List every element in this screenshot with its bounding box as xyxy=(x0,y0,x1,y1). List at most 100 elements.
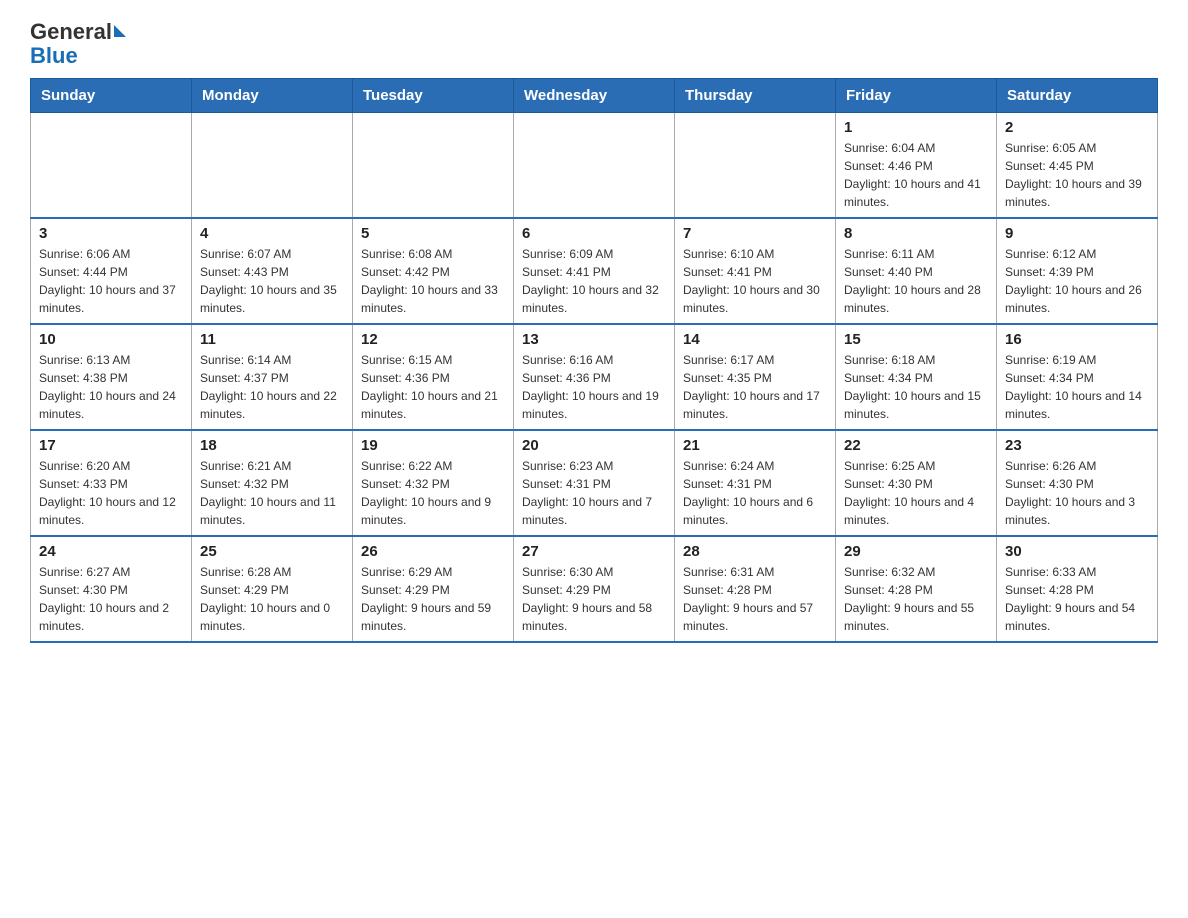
day-number: 10 xyxy=(39,331,183,348)
calendar-cell: 3 Sunrise: 6:06 AMSunset: 4:44 PMDaylight… xyxy=(31,218,192,324)
calendar-week-1: 1 Sunrise: 6:04 AMSunset: 4:46 PMDaylight… xyxy=(31,113,1158,219)
day-number: 1 xyxy=(844,119,988,136)
day-info: Sunrise: 6:11 AMSunset: 4:40 PMDaylight:… xyxy=(844,245,988,317)
day-info: Sunrise: 6:08 AMSunset: 4:42 PMDaylight:… xyxy=(361,245,505,317)
calendar-cell: 2 Sunrise: 6:05 AMSunset: 4:45 PMDaylight… xyxy=(997,113,1158,219)
logo-blue-text: Blue xyxy=(30,43,78,68)
day-info: Sunrise: 6:17 AMSunset: 4:35 PMDaylight:… xyxy=(683,351,827,423)
calendar-cell xyxy=(31,113,192,219)
weekday-header-saturday: Saturday xyxy=(997,79,1158,113)
day-number: 6 xyxy=(522,225,666,242)
day-number: 2 xyxy=(1005,119,1149,136)
calendar-week-4: 17Sunrise: 6:20 AMSunset: 4:33 PMDayligh… xyxy=(31,430,1158,536)
day-number: 15 xyxy=(844,331,988,348)
calendar-cell: 13Sunrise: 6:16 AMSunset: 4:36 PMDayligh… xyxy=(514,324,675,430)
day-info: Sunrise: 6:22 AMSunset: 4:32 PMDaylight:… xyxy=(361,457,505,529)
logo-general-text: General xyxy=(30,19,112,44)
calendar-cell: 18 Sunrise: 6:21 AMSunset: 4:32 PMDayligh… xyxy=(192,430,353,536)
day-info: Sunrise: 6:24 AMSunset: 4:31 PMDaylight:… xyxy=(683,457,827,529)
day-info: Sunrise: 6:13 AMSunset: 4:38 PMDaylight:… xyxy=(39,351,183,423)
calendar-cell: 15 Sunrise: 6:18 AMSunset: 4:34 PMDayligh… xyxy=(836,324,997,430)
day-number: 22 xyxy=(844,437,988,454)
calendar-cell: 28Sunrise: 6:31 AMSunset: 4:28 PMDayligh… xyxy=(675,536,836,642)
day-info: Sunrise: 6:09 AMSunset: 4:41 PMDaylight:… xyxy=(522,245,666,317)
page-header: General Blue xyxy=(30,20,1158,68)
calendar-cell xyxy=(675,113,836,219)
day-number: 23 xyxy=(1005,437,1149,454)
calendar-week-5: 24 Sunrise: 6:27 AMSunset: 4:30 PMDayligh… xyxy=(31,536,1158,642)
day-number: 24 xyxy=(39,543,183,560)
day-number: 27 xyxy=(522,543,666,560)
calendar-body: 1 Sunrise: 6:04 AMSunset: 4:46 PMDaylight… xyxy=(31,113,1158,643)
calendar-week-3: 10 Sunrise: 6:13 AMSunset: 4:38 PMDayligh… xyxy=(31,324,1158,430)
calendar-cell: 19 Sunrise: 6:22 AMSunset: 4:32 PMDayligh… xyxy=(353,430,514,536)
day-number: 28 xyxy=(683,543,827,560)
day-info: Sunrise: 6:06 AMSunset: 4:44 PMDaylight:… xyxy=(39,245,183,317)
calendar-cell: 30Sunrise: 6:33 AMSunset: 4:28 PMDayligh… xyxy=(997,536,1158,642)
weekday-header-row: SundayMondayTuesdayWednesdayThursdayFrid… xyxy=(31,79,1158,113)
day-info: Sunrise: 6:27 AMSunset: 4:30 PMDaylight:… xyxy=(39,563,183,635)
calendar-header: SundayMondayTuesdayWednesdayThursdayFrid… xyxy=(31,79,1158,113)
day-info: Sunrise: 6:14 AMSunset: 4:37 PMDaylight:… xyxy=(200,351,344,423)
day-info: Sunrise: 6:32 AMSunset: 4:28 PMDaylight:… xyxy=(844,563,988,635)
day-number: 9 xyxy=(1005,225,1149,242)
weekday-header-friday: Friday xyxy=(836,79,997,113)
calendar-cell: 20 Sunrise: 6:23 AMSunset: 4:31 PMDayligh… xyxy=(514,430,675,536)
calendar-cell: 17Sunrise: 6:20 AMSunset: 4:33 PMDayligh… xyxy=(31,430,192,536)
calendar-cell: 26 Sunrise: 6:29 AMSunset: 4:29 PMDayligh… xyxy=(353,536,514,642)
day-number: 25 xyxy=(200,543,344,560)
day-info: Sunrise: 6:21 AMSunset: 4:32 PMDaylight:… xyxy=(200,457,344,529)
day-info: Sunrise: 6:19 AMSunset: 4:34 PMDaylight:… xyxy=(1005,351,1149,423)
day-info: Sunrise: 6:29 AMSunset: 4:29 PMDaylight:… xyxy=(361,563,505,635)
day-number: 19 xyxy=(361,437,505,454)
day-info: Sunrise: 6:05 AMSunset: 4:45 PMDaylight:… xyxy=(1005,139,1149,211)
calendar-cell: 22 Sunrise: 6:25 AMSunset: 4:30 PMDayligh… xyxy=(836,430,997,536)
day-number: 14 xyxy=(683,331,827,348)
logo-triangle-icon xyxy=(114,25,126,37)
day-info: Sunrise: 6:30 AMSunset: 4:29 PMDaylight:… xyxy=(522,563,666,635)
day-number: 7 xyxy=(683,225,827,242)
calendar-cell: 8Sunrise: 6:11 AMSunset: 4:40 PMDaylight… xyxy=(836,218,997,324)
calendar-cell: 10 Sunrise: 6:13 AMSunset: 4:38 PMDayligh… xyxy=(31,324,192,430)
calendar-cell: 29 Sunrise: 6:32 AMSunset: 4:28 PMDayligh… xyxy=(836,536,997,642)
day-number: 29 xyxy=(844,543,988,560)
day-info: Sunrise: 6:28 AMSunset: 4:29 PMDaylight:… xyxy=(200,563,344,635)
day-info: Sunrise: 6:04 AMSunset: 4:46 PMDaylight:… xyxy=(844,139,988,211)
day-number: 30 xyxy=(1005,543,1149,560)
day-info: Sunrise: 6:10 AMSunset: 4:41 PMDaylight:… xyxy=(683,245,827,317)
day-number: 5 xyxy=(361,225,505,242)
calendar-cell: 1 Sunrise: 6:04 AMSunset: 4:46 PMDaylight… xyxy=(836,113,997,219)
calendar-cell: 12Sunrise: 6:15 AMSunset: 4:36 PMDayligh… xyxy=(353,324,514,430)
calendar-cell xyxy=(514,113,675,219)
day-number: 18 xyxy=(200,437,344,454)
calendar-cell: 25 Sunrise: 6:28 AMSunset: 4:29 PMDayligh… xyxy=(192,536,353,642)
day-number: 11 xyxy=(200,331,344,348)
calendar-cell: 23Sunrise: 6:26 AMSunset: 4:30 PMDayligh… xyxy=(997,430,1158,536)
calendar-cell: 9Sunrise: 6:12 AMSunset: 4:39 PMDaylight… xyxy=(997,218,1158,324)
day-number: 26 xyxy=(361,543,505,560)
day-info: Sunrise: 6:23 AMSunset: 4:31 PMDaylight:… xyxy=(522,457,666,529)
logo: General Blue xyxy=(30,20,126,68)
weekday-header-thursday: Thursday xyxy=(675,79,836,113)
day-info: Sunrise: 6:15 AMSunset: 4:36 PMDaylight:… xyxy=(361,351,505,423)
weekday-header-tuesday: Tuesday xyxy=(353,79,514,113)
calendar-cell: 14 Sunrise: 6:17 AMSunset: 4:35 PMDayligh… xyxy=(675,324,836,430)
calendar-table: SundayMondayTuesdayWednesdayThursdayFrid… xyxy=(30,78,1158,643)
day-number: 20 xyxy=(522,437,666,454)
day-number: 17 xyxy=(39,437,183,454)
day-info: Sunrise: 6:18 AMSunset: 4:34 PMDaylight:… xyxy=(844,351,988,423)
day-number: 4 xyxy=(200,225,344,242)
calendar-cell: 11 Sunrise: 6:14 AMSunset: 4:37 PMDayligh… xyxy=(192,324,353,430)
calendar-cell: 16Sunrise: 6:19 AMSunset: 4:34 PMDayligh… xyxy=(997,324,1158,430)
calendar-cell: 7 Sunrise: 6:10 AMSunset: 4:41 PMDaylight… xyxy=(675,218,836,324)
day-info: Sunrise: 6:16 AMSunset: 4:36 PMDaylight:… xyxy=(522,351,666,423)
day-number: 21 xyxy=(683,437,827,454)
calendar-cell: 5 Sunrise: 6:08 AMSunset: 4:42 PMDaylight… xyxy=(353,218,514,324)
calendar-cell: 27 Sunrise: 6:30 AMSunset: 4:29 PMDayligh… xyxy=(514,536,675,642)
day-info: Sunrise: 6:25 AMSunset: 4:30 PMDaylight:… xyxy=(844,457,988,529)
day-number: 3 xyxy=(39,225,183,242)
weekday-header-wednesday: Wednesday xyxy=(514,79,675,113)
calendar-cell: 6 Sunrise: 6:09 AMSunset: 4:41 PMDaylight… xyxy=(514,218,675,324)
day-info: Sunrise: 6:07 AMSunset: 4:43 PMDaylight:… xyxy=(200,245,344,317)
calendar-cell: 21 Sunrise: 6:24 AMSunset: 4:31 PMDayligh… xyxy=(675,430,836,536)
